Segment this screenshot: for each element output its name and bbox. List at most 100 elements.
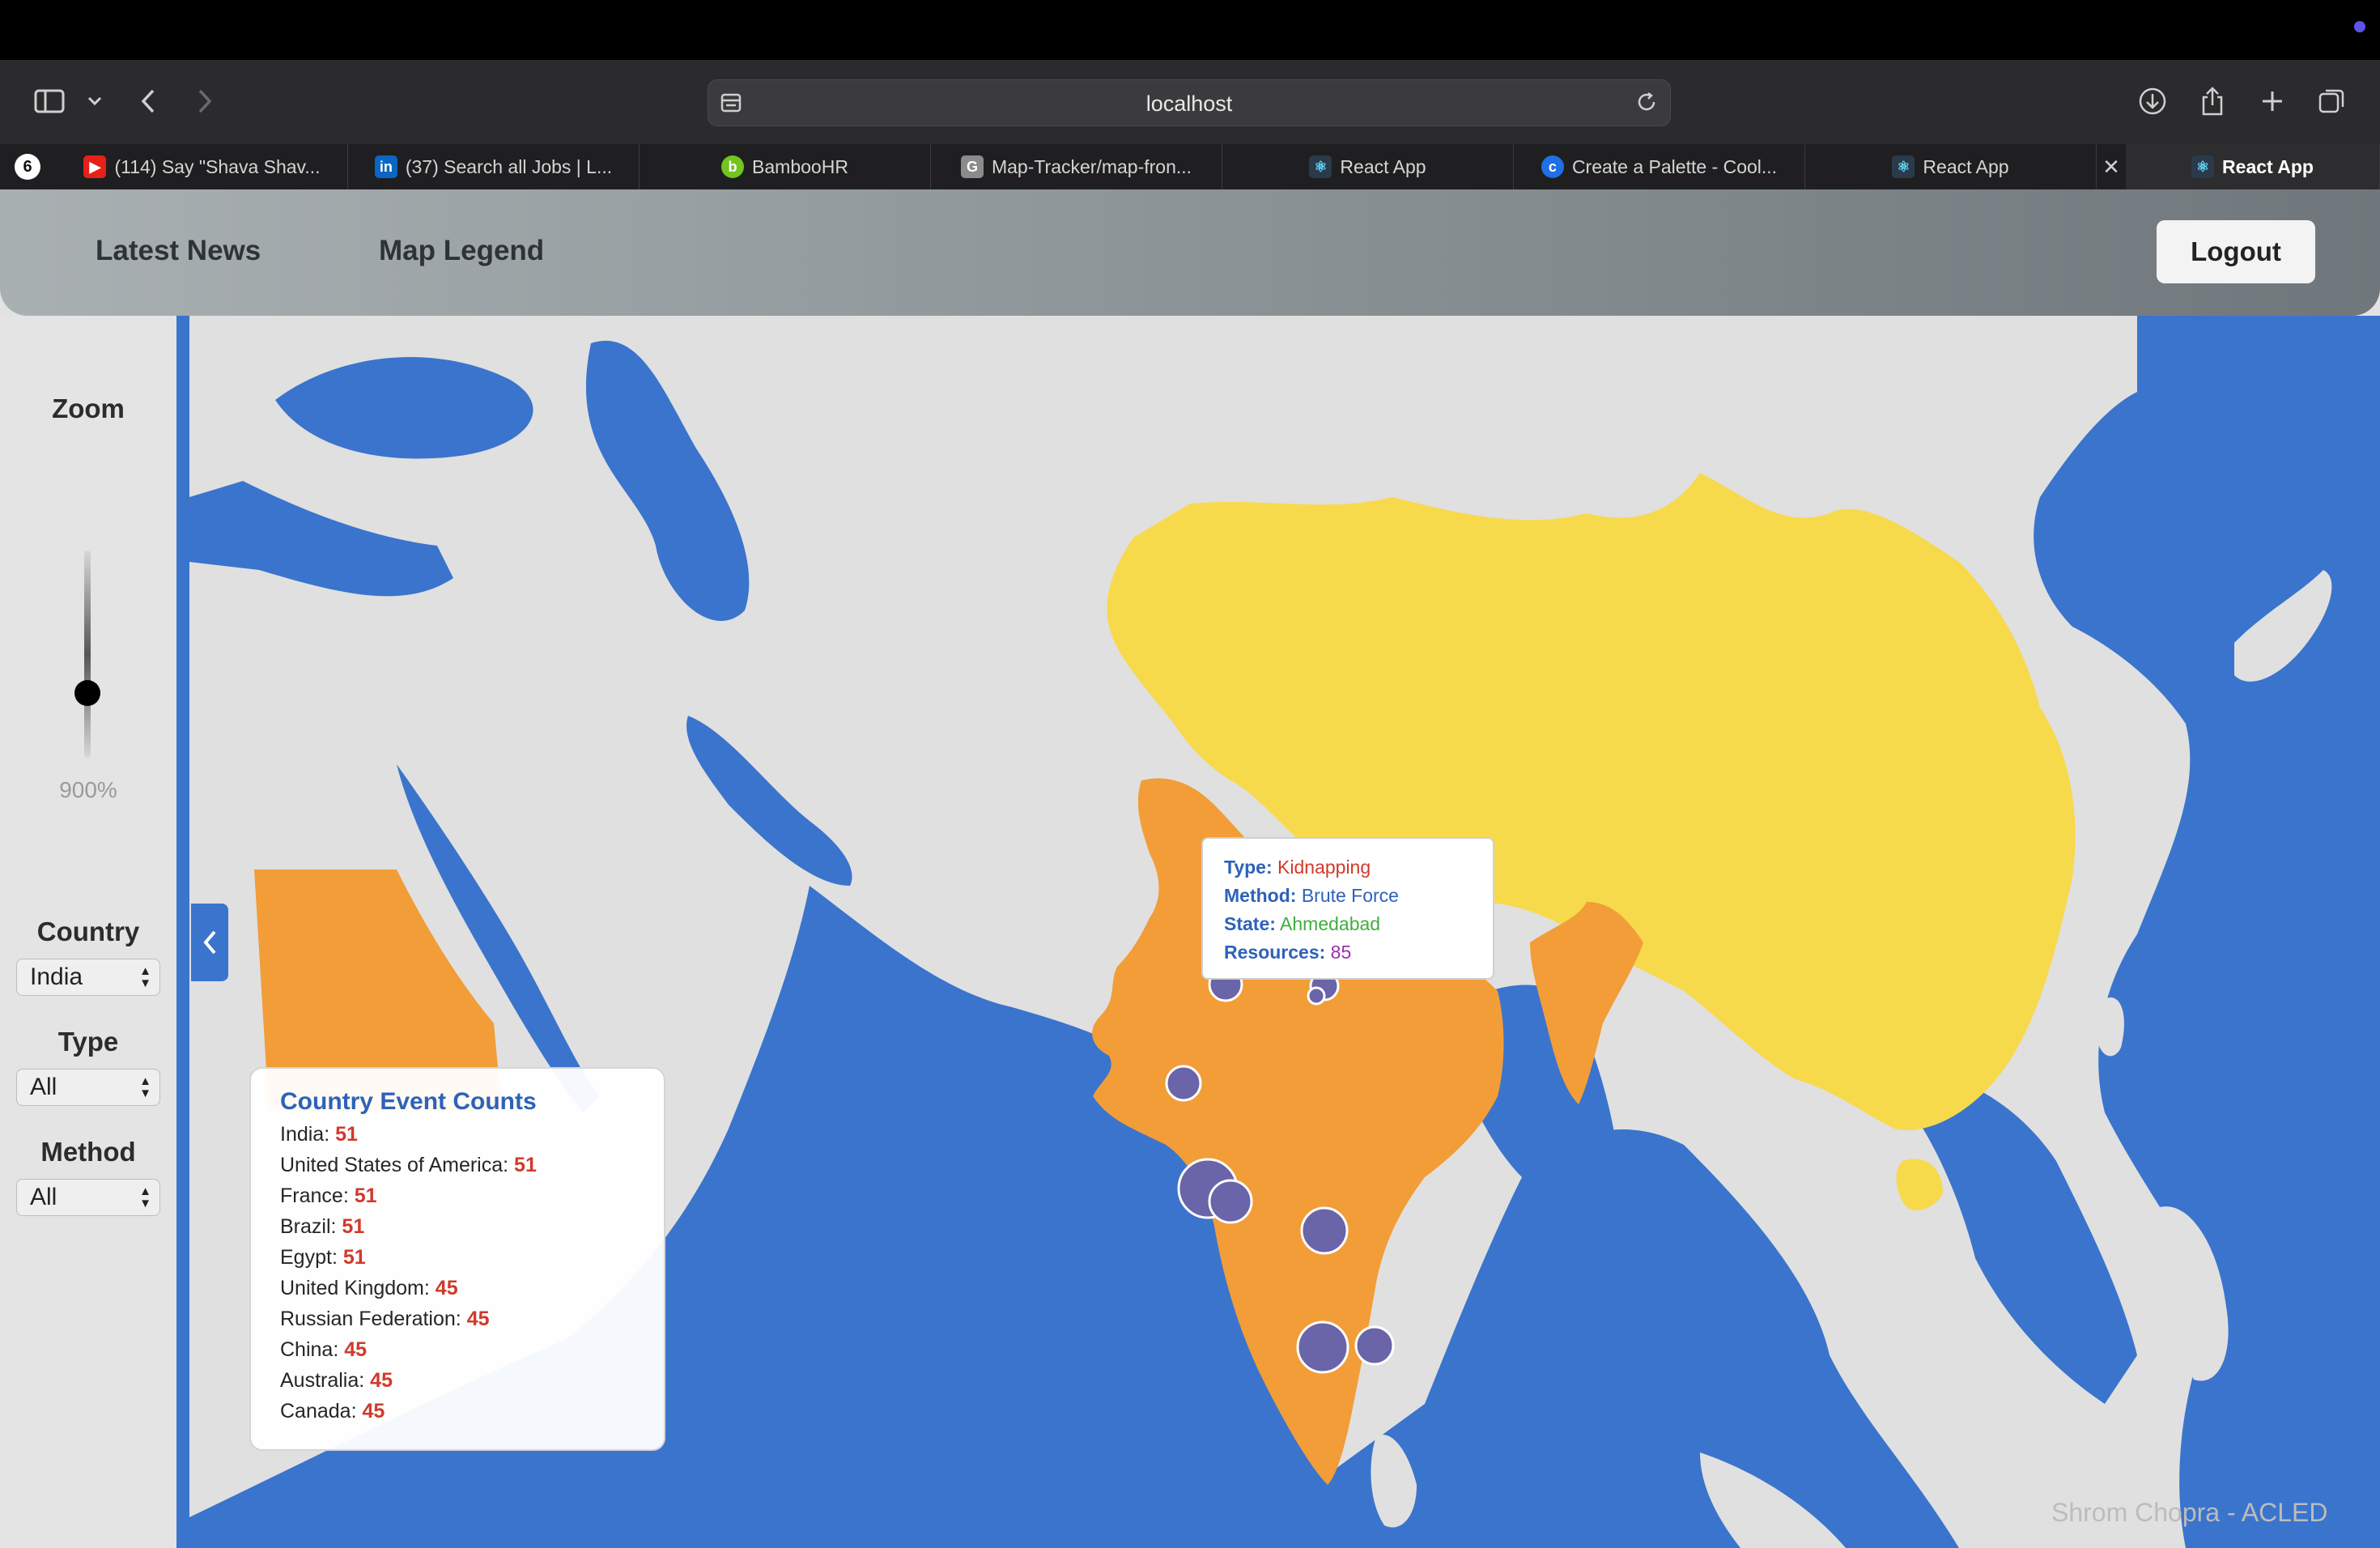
country-name: Egypt (280, 1246, 332, 1269)
country-event-counts-panel: Country Event Counts India: 51 United St… (249, 1067, 665, 1451)
react-icon: ⚛ (2191, 155, 2215, 178)
browser-toolbar: localhost (0, 60, 2380, 144)
select-arrows-icon: ▲ ▼ (139, 1074, 151, 1100)
select-arrows-icon: ▲ ▼ (139, 1184, 151, 1210)
method-select[interactable]: All ▲ ▼ (16, 1179, 160, 1216)
attribution-watermark: Shrom Chopra - ACLED (2051, 1498, 2328, 1527)
tab-bar: 6 ▶ (114) Say "Shava Shav... in (37) Sea… (0, 144, 2380, 189)
event-marker[interactable] (1300, 1206, 1349, 1255)
forward-icon[interactable] (186, 83, 223, 120)
list-item: Russian Federation: 45 (280, 1308, 490, 1330)
sidebar-toggle-icon[interactable] (31, 83, 68, 120)
zoom-slider[interactable] (84, 551, 91, 758)
app-container: Latest News Map Legend Logout Zoom 900% … (0, 189, 2380, 1548)
nav-map-legend[interactable]: Map Legend (379, 235, 544, 267)
list-item: Canada: 45 (280, 1400, 385, 1423)
method-label: Method (40, 1137, 136, 1167)
g-icon: G (960, 155, 984, 178)
tooltip-method-row: Method: Brute Force (1224, 882, 1493, 910)
react-icon: ⚛ (1892, 155, 1915, 178)
status-dot-icon (2354, 21, 2365, 32)
tab-react-app-1[interactable]: ⚛ React App (1222, 144, 1514, 189)
tab-label: React App (1340, 155, 1426, 177)
tooltip-type-value: Kidnapping (1277, 857, 1371, 878)
country-label: Country (36, 916, 140, 946)
nav-latest-news[interactable]: Latest News (96, 235, 261, 267)
youtube-icon: ▶ (83, 155, 107, 178)
filter-sidebar: Zoom 900% Country India ▲ ▼ Type All ▲ ▼ M… (0, 316, 176, 1548)
zoom-slider-thumb[interactable] (74, 680, 100, 706)
event-marker[interactable] (1307, 986, 1326, 1006)
type-select[interactable]: All ▲ ▼ (16, 1069, 160, 1106)
tab-label: BambooHR (752, 155, 848, 177)
tab-youtube[interactable]: ▶ (114) Say "Shava Shav... (57, 144, 348, 189)
address-bar[interactable]: localhost (708, 79, 1671, 126)
list-item: Brazil: 51 (280, 1215, 365, 1238)
sidebar-collapse-button[interactable] (191, 904, 228, 981)
tooltip-resources-value: 85 (1330, 942, 1352, 963)
tooltip-state-label: State: (1224, 913, 1276, 934)
new-tab-icon[interactable] (2254, 83, 2291, 120)
country-name: Brazil (280, 1215, 331, 1238)
tab-coolors[interactable]: c Create a Palette - Cool... (1514, 144, 1805, 189)
method-select-value: All (30, 1184, 57, 1210)
reload-icon[interactable] (1636, 91, 1659, 118)
type-select-value: All (30, 1074, 57, 1100)
share-icon[interactable] (2194, 83, 2231, 120)
tab-react-app-2[interactable]: ⚛ React App (1805, 144, 2097, 189)
list-item: Australia: 45 (280, 1369, 393, 1392)
logout-button[interactable]: Logout (2157, 220, 2315, 283)
country-count: 51 (342, 1246, 366, 1269)
country-name: United States of America (280, 1154, 504, 1176)
country-name: China (280, 1338, 334, 1361)
tab-label: (37) Search all Jobs | L... (405, 155, 613, 177)
tab-overview-icon[interactable] (2314, 83, 2351, 120)
country-select[interactable]: India ▲ ▼ (16, 959, 160, 996)
tooltip-state-value: Ahmedabad (1280, 913, 1381, 934)
tooltip-method-value: Brute Force (1301, 885, 1399, 906)
tab-react-app-active[interactable]: ⚛ React App (2126, 144, 2380, 189)
country-name: Russian Federation (280, 1308, 456, 1330)
tooltip-resources-label: Resources: (1224, 942, 1326, 963)
country-name: France (280, 1184, 343, 1207)
select-arrows-icon: ▲ ▼ (139, 964, 151, 990)
tab-label: Map-Tracker/map-fron... (991, 155, 1192, 177)
country-name: Australia (280, 1369, 359, 1392)
list-item: France: 51 (280, 1184, 377, 1207)
list-item: China: 45 (280, 1338, 368, 1361)
tooltip-resources-row: Resources: 85 (1224, 938, 1493, 967)
close-tab-icon[interactable]: ✕ (2097, 144, 2126, 189)
tab-github[interactable]: G Map-Tracker/map-fron... (931, 144, 1222, 189)
coolors-icon: c (1541, 155, 1564, 178)
chevron-left-icon (203, 930, 216, 955)
tab-group-icon[interactable]: 6 (15, 154, 40, 180)
event-marker[interactable] (1165, 1065, 1202, 1102)
country-select-value: India (30, 963, 83, 990)
event-marker[interactable] (1354, 1325, 1395, 1366)
tooltip-state-row: State: Ahmedabad (1224, 910, 1493, 938)
zoom-label: Zoom (52, 393, 125, 423)
event-marker[interactable] (1208, 1179, 1253, 1224)
url-text: localhost (1145, 91, 1233, 116)
country-count: 51 (335, 1123, 358, 1146)
chevron-down-icon[interactable] (76, 83, 113, 120)
back-icon[interactable] (130, 83, 167, 120)
event-tooltip: Type: Kidnapping Method: Brute Force Sta… (1201, 837, 1494, 980)
bamboohr-icon: b (721, 155, 745, 178)
download-icon[interactable] (2134, 83, 2171, 120)
app-header: Latest News Map Legend Logout (0, 189, 2380, 316)
list-item: United Kingdom: 45 (280, 1277, 458, 1299)
tab-label: React App (1923, 155, 2009, 177)
country-count: 45 (435, 1277, 458, 1299)
country-count: 51 (514, 1154, 537, 1176)
list-item: Egypt: 51 (280, 1246, 366, 1269)
tab-label: Create a Palette - Cool... (1571, 155, 1778, 177)
tooltip-type-row: Type: Kidnapping (1224, 853, 1493, 882)
menu-bar (0, 0, 2380, 60)
tab-label: (114) Say "Shava Shav... (114, 155, 321, 177)
tab-label: React App (2222, 155, 2314, 177)
tooltip-method-label: Method: (1224, 885, 1297, 906)
tab-linkedin[interactable]: in (37) Search all Jobs | L... (348, 144, 640, 189)
tab-bamboohr[interactable]: b BambooHR (640, 144, 931, 189)
event-marker[interactable] (1296, 1320, 1349, 1374)
